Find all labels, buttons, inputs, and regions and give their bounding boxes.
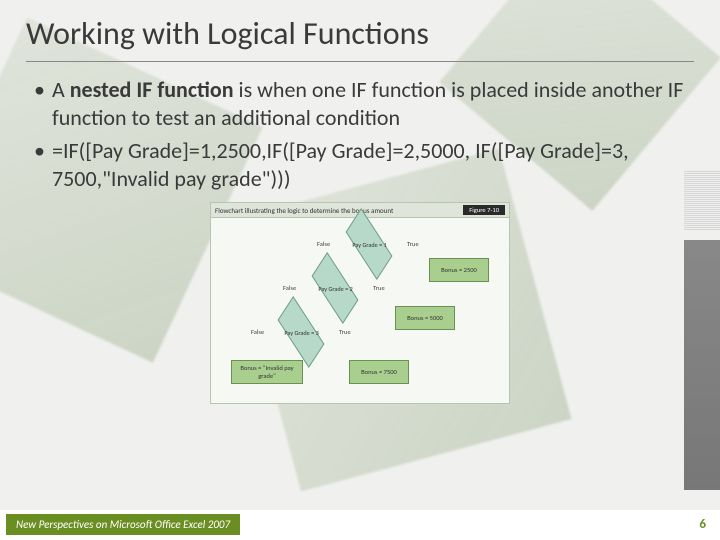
result-bonus-7500: Bonus = 7500	[349, 360, 409, 384]
bullet-1: A nested IF function is when one IF func…	[34, 76, 694, 131]
figure-container: Flowchart illustrating the logic to dete…	[26, 202, 694, 404]
footer-text: New Perspectives on Microsoft Office Exc…	[6, 514, 240, 535]
figure-caption: Flowchart illustrating the logic to dete…	[215, 206, 393, 215]
decision-pay-grade-1: Pay Grade = 1	[346, 208, 393, 280]
label-true-1: True	[407, 240, 419, 248]
bullet-list: A nested IF function is when one IF func…	[26, 76, 694, 192]
result-bonus-2500: Bonus = 2500	[429, 258, 489, 282]
result-bonus-5000: Bonus = 5000	[395, 306, 455, 330]
label-false-3: False	[251, 328, 264, 336]
decision-pay-grade-2: Pay Grade = 2	[312, 252, 359, 324]
bullet-2: =IF([Pay Grade]=1,2500,IF([Pay Grade]=2,…	[34, 137, 694, 192]
result-invalid: Bonus = "Invalid pay grade"	[231, 360, 303, 384]
decorative-strip-bottom	[684, 240, 720, 490]
label-true-2: True	[373, 284, 385, 292]
flowchart-body: Pay Grade = 1 False True Bonus = 2500 Pa…	[211, 218, 509, 403]
bullet-1-prefix: A	[52, 76, 70, 103]
slide-footer: New Perspectives on Microsoft Office Exc…	[0, 510, 720, 540]
decorative-strip-top	[684, 170, 720, 230]
label-true-3: True	[339, 328, 351, 336]
flowchart-figure: Flowchart illustrating the logic to dete…	[210, 202, 510, 404]
bullet-1-bold: nested IF function	[70, 76, 234, 103]
page-number: 6	[699, 517, 706, 532]
decision-pay-grade-3: Pay Grade = 3	[278, 296, 325, 368]
slide-title: Working with Logical Functions	[26, 14, 694, 53]
figure-badge: Figure 7-10	[463, 205, 505, 215]
label-false-1: False	[317, 240, 330, 248]
title-underline	[26, 61, 694, 62]
label-false-2: False	[283, 284, 296, 292]
slide-content: Working with Logical Functions A nested …	[0, 0, 720, 540]
